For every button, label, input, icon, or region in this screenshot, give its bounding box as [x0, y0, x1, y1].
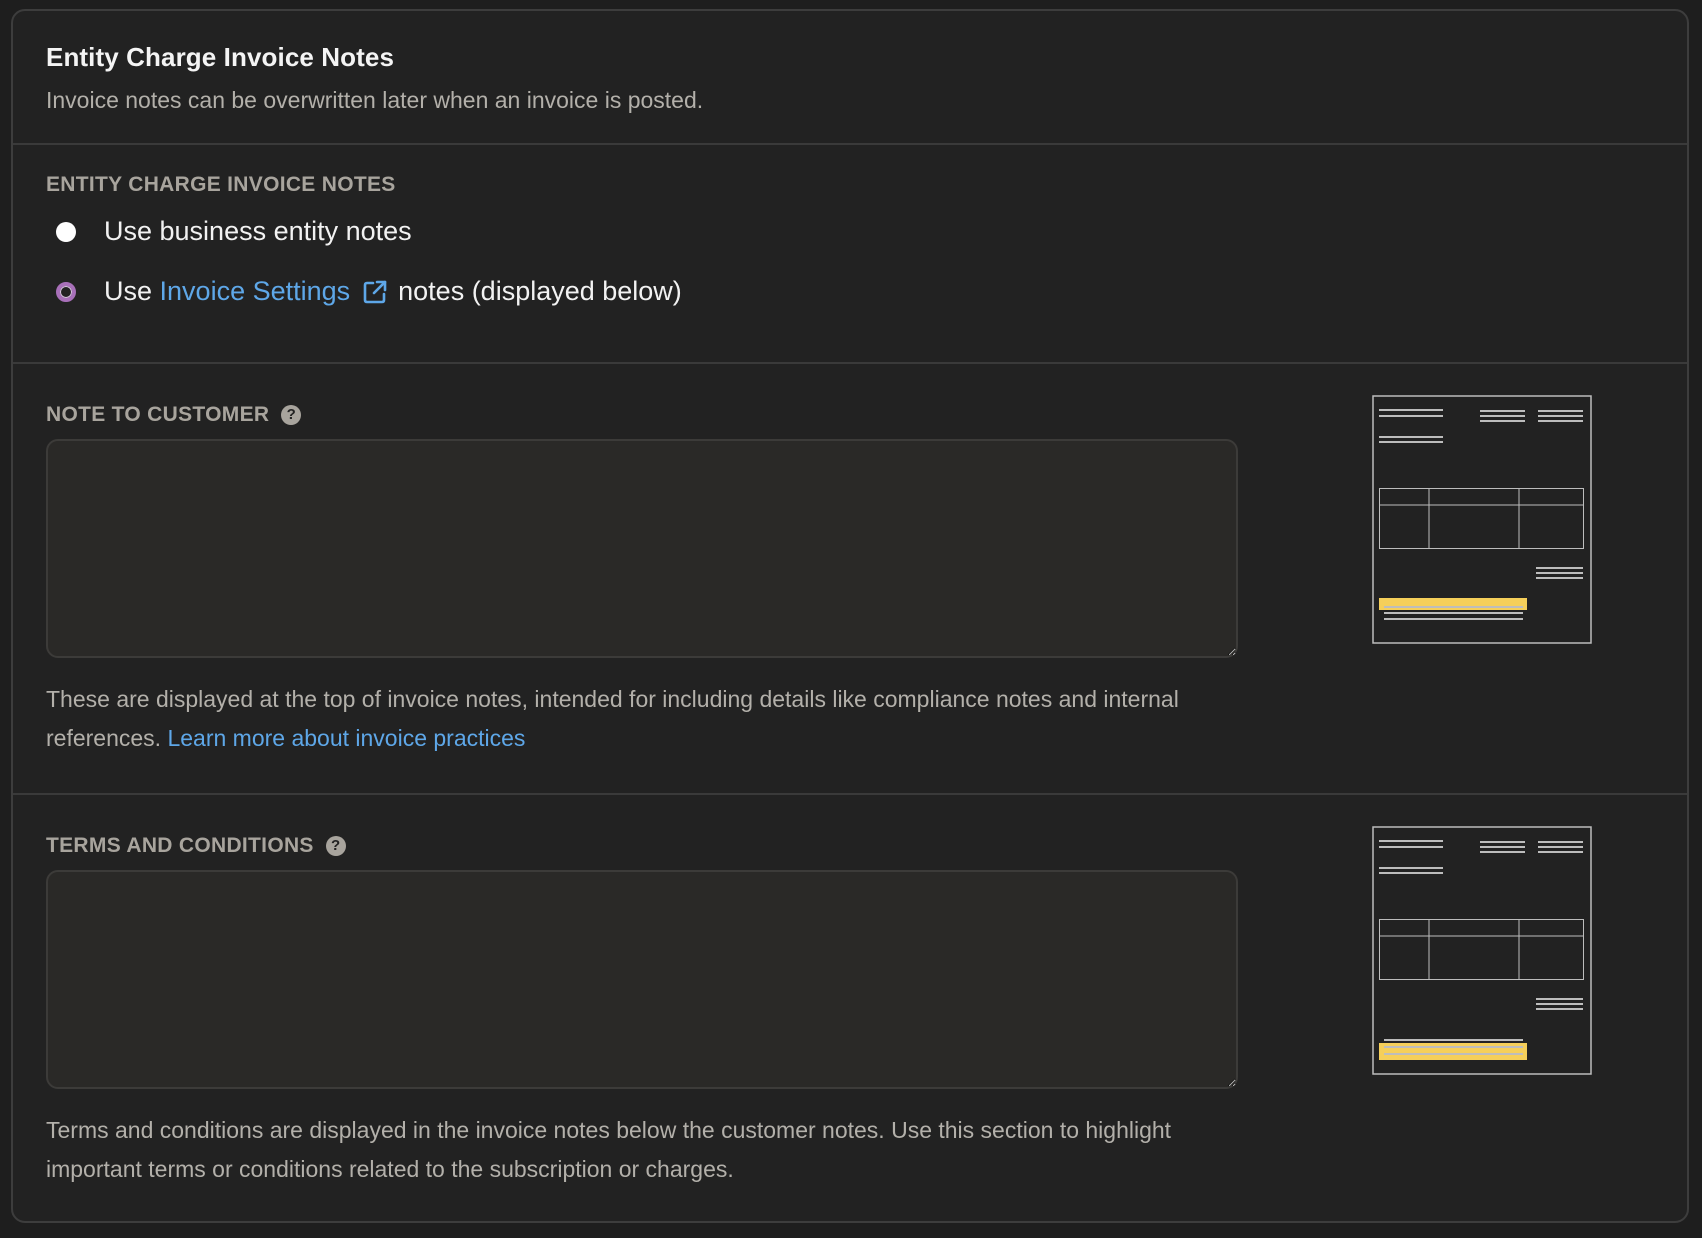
card-title: Entity Charge Invoice Notes — [46, 42, 394, 72]
divider — [13, 362, 1687, 364]
note-to-customer-input[interactable] — [46, 439, 1238, 658]
notes-source-label: ENTITY CHARGE INVOICE NOTES — [46, 173, 396, 197]
note-to-customer-preview — [1372, 395, 1592, 644]
radio-invoice-settings[interactable] — [56, 281, 76, 302]
terms-and-conditions-preview — [1372, 826, 1592, 1075]
radio-option-invoice-settings[interactable]: Use Invoice Settings notes (displayed be… — [56, 276, 682, 307]
note-to-customer-help: These are displayed at the top of invoic… — [46, 680, 1246, 758]
terms-and-conditions-help: Terms and conditions are displayed in th… — [46, 1117, 1172, 1182]
card-subtitle: Invoice notes can be overwritten later w… — [46, 87, 704, 113]
radio-business-entity-label: Use business entity notes — [104, 216, 412, 246]
radio-business-entity[interactable] — [56, 221, 76, 242]
note-to-customer-label-text: NOTE TO CUSTOMER — [46, 403, 270, 426]
divider — [13, 793, 1687, 795]
terms-and-conditions-label: TERMS AND CONDITIONS ? — [46, 834, 346, 858]
invoice-settings-link[interactable]: Invoice Settings — [160, 276, 351, 307]
question-circle-icon[interactable]: ? — [281, 405, 302, 425]
terms-and-conditions-input[interactable] — [46, 870, 1238, 1089]
radio-invoice-settings-suffix: notes (displayed below) — [398, 276, 682, 306]
radio-option-business-entity[interactable]: Use business entity notes — [56, 216, 412, 247]
question-circle-icon[interactable]: ? — [325, 836, 346, 856]
radio-invoice-settings-prefix: Use — [104, 276, 153, 306]
invoice-notes-card: Entity Charge Invoice Notes Invoice note… — [11, 9, 1689, 1223]
terms-and-conditions-label-text: TERMS AND CONDITIONS — [46, 834, 314, 857]
learn-more-link[interactable]: Learn more about invoice practices — [167, 725, 525, 751]
note-to-customer-label: NOTE TO CUSTOMER ? — [46, 403, 302, 427]
divider — [13, 143, 1687, 145]
notes-source-label-text: ENTITY CHARGE INVOICE NOTES — [46, 173, 396, 196]
external-link-icon[interactable] — [362, 279, 388, 305]
